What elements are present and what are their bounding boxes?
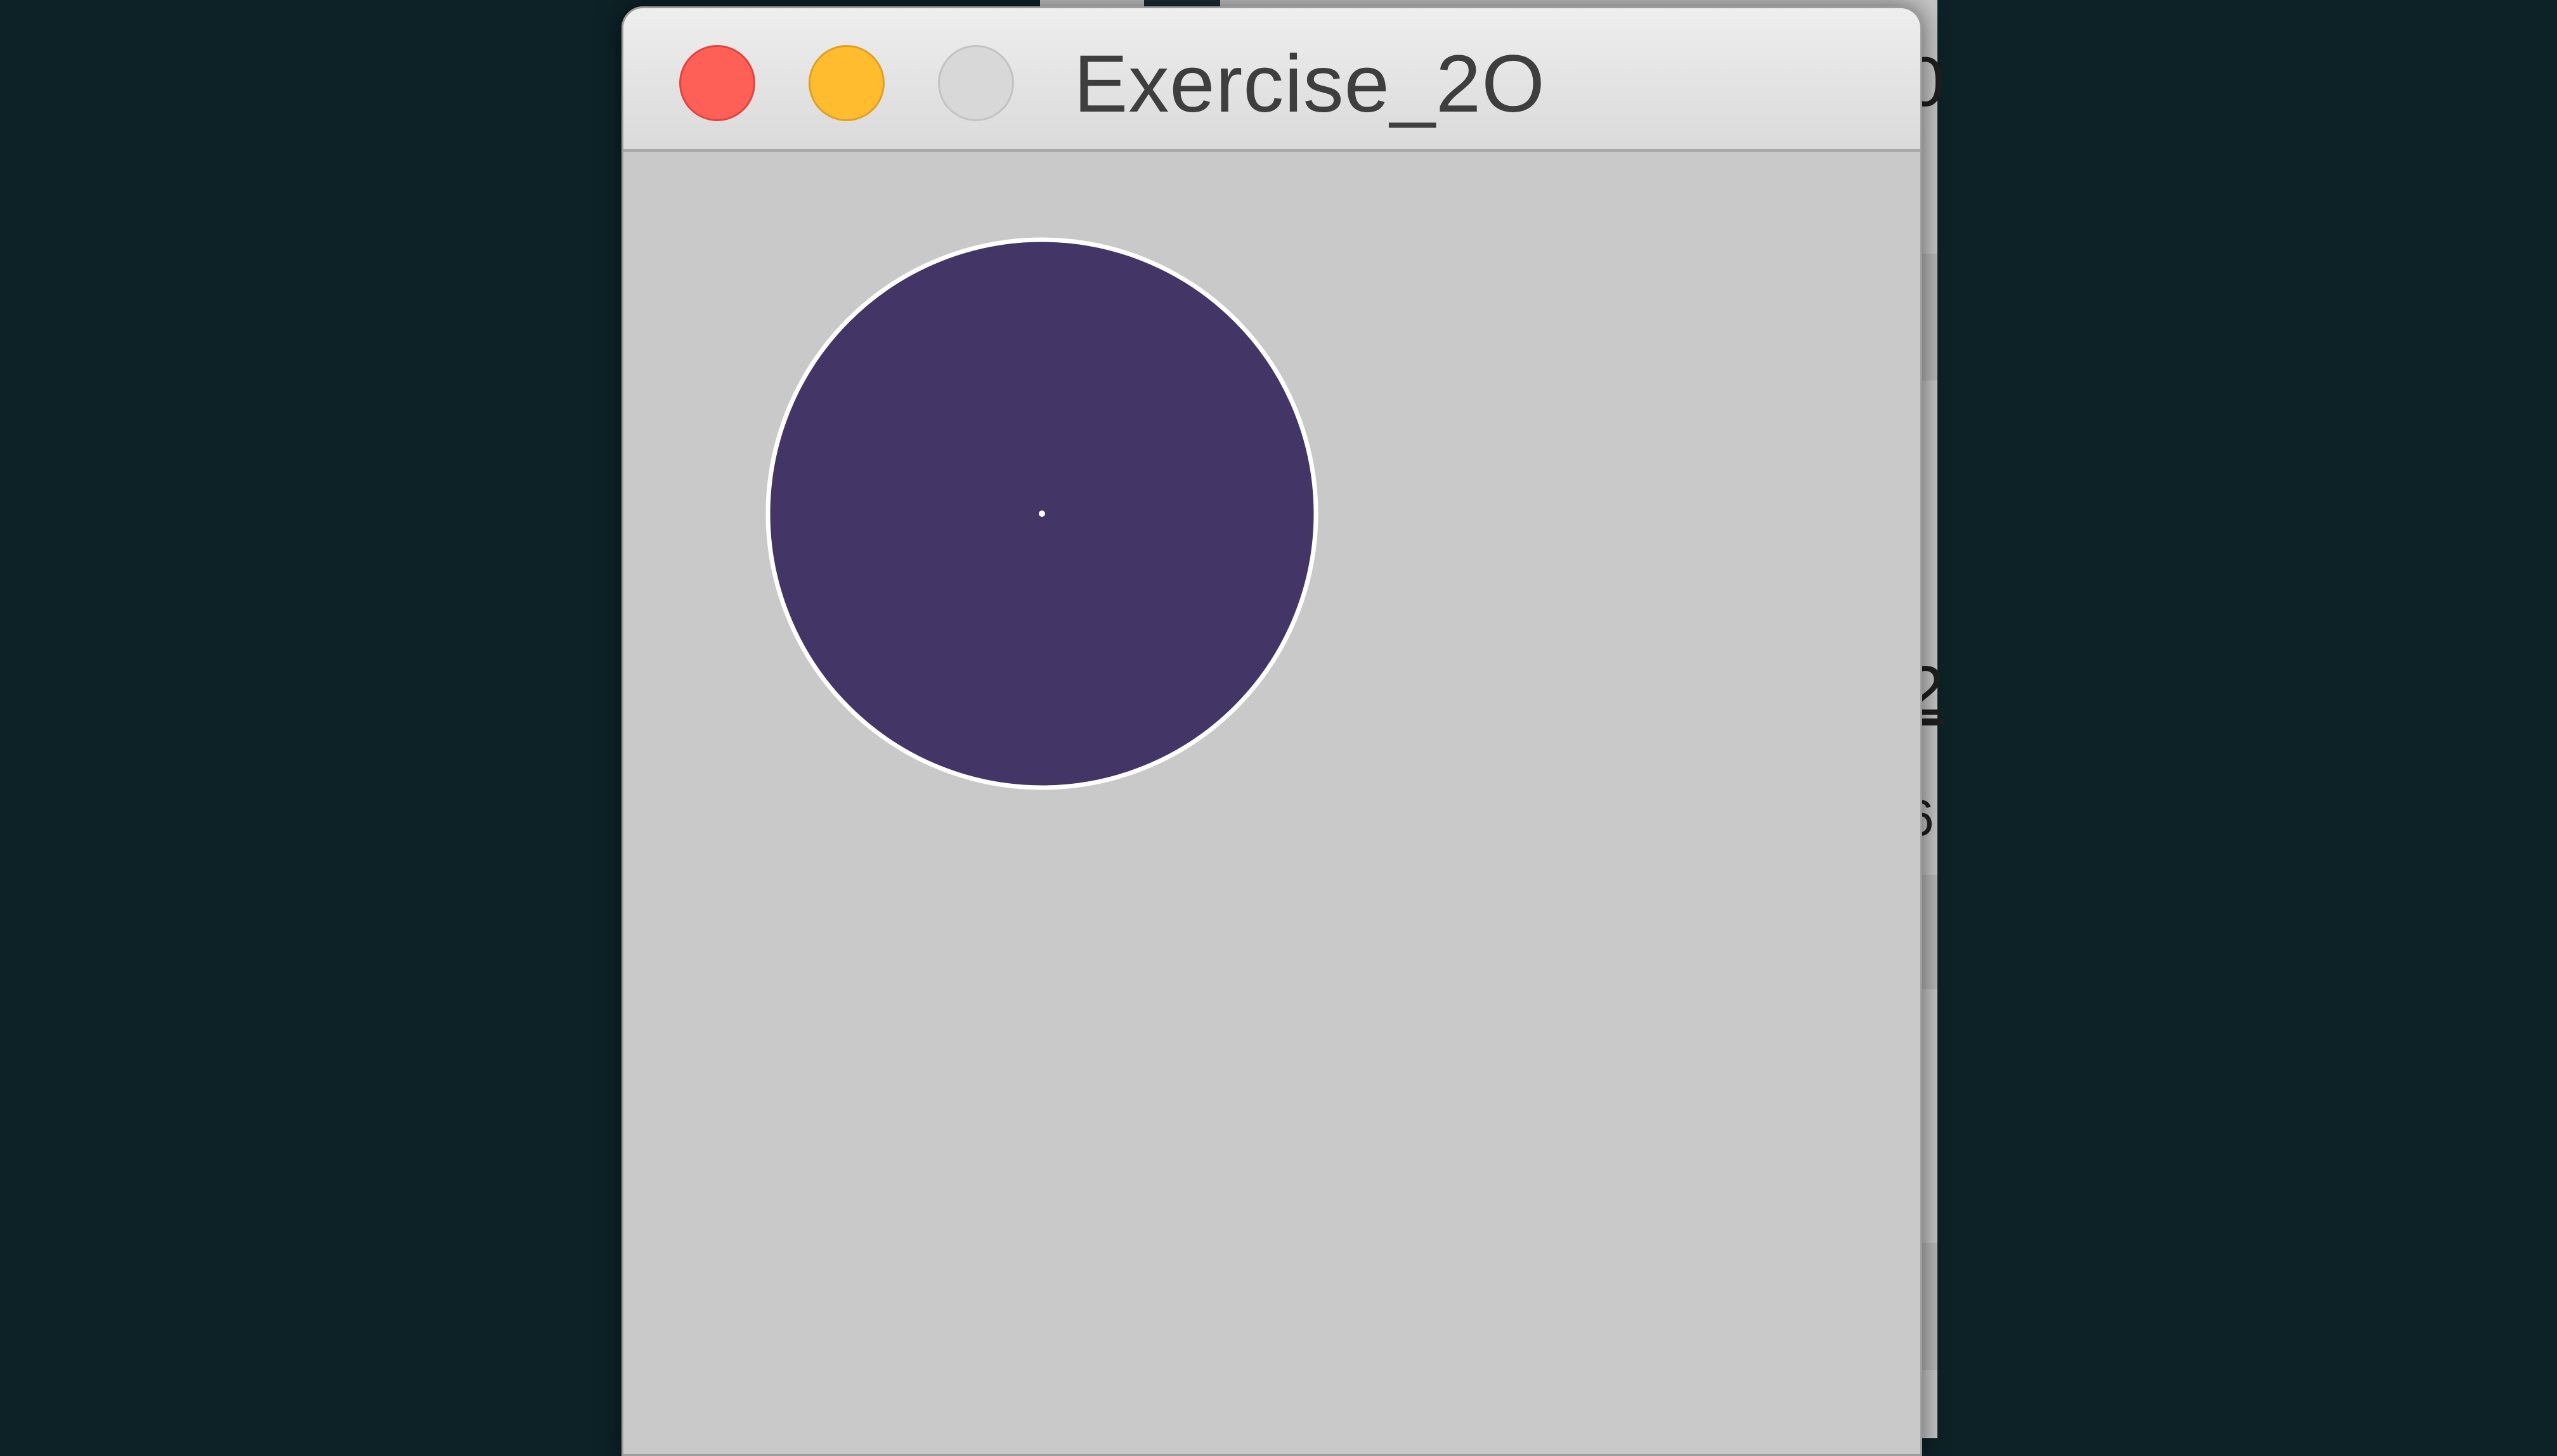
minimize-button[interactable] — [809, 45, 885, 121]
window-title: Exercise_2O — [1074, 39, 1545, 129]
close-button[interactable] — [679, 45, 755, 121]
zoom-button[interactable] — [938, 45, 1014, 121]
circle-center-dot — [1039, 510, 1045, 517]
sketch-canvas[interactable] — [623, 152, 1920, 1454]
sketch-window: Exercise_2O — [621, 6, 1922, 1456]
background-stripe — [1922, 1243, 1937, 1370]
circle-graphic — [765, 237, 1318, 790]
window-titlebar[interactable]: Exercise_2O — [623, 8, 1920, 152]
background-stripe — [1922, 875, 1937, 989]
